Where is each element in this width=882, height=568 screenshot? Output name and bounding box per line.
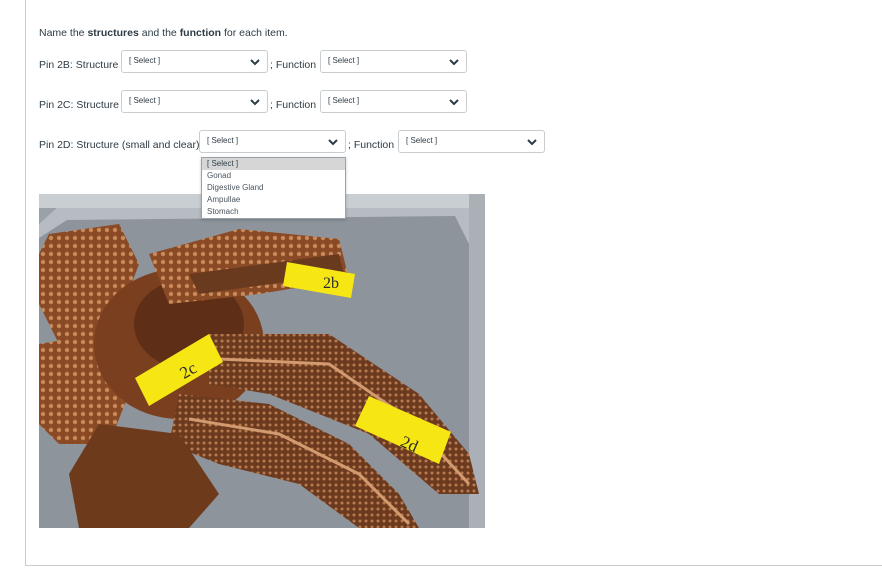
starfish-dissection-image: 2b 2c 2d — [39, 194, 485, 528]
chevron-down-icon — [449, 99, 459, 106]
chevron-down-icon — [250, 99, 260, 106]
dropdown-option[interactable]: Ampullae — [202, 194, 345, 206]
pin-2b-function-label: ; Function — [270, 59, 317, 71]
select-value: [ Select ] — [328, 56, 360, 65]
pin-2b-structure-label: Pin 2B: Structure — [39, 59, 119, 71]
pin-2d-structure-dropdown[interactable]: [ Select ] Gonad Digestive Gland Ampulla… — [201, 157, 346, 219]
select-value: [ Select ] — [129, 96, 161, 105]
dropdown-option[interactable]: [ Select ] — [202, 158, 345, 170]
pin-2b-function-select[interactable]: [ Select ] — [320, 50, 467, 73]
dropdown-option[interactable]: Stomach — [202, 206, 345, 218]
pin-2d-function-label: ; Function — [348, 139, 395, 151]
pin-2d-structure-label: Pin 2D: Structure (small and clear) — [39, 139, 200, 151]
pin-2d-structure-select[interactable]: [ Select ] — [199, 130, 346, 153]
question-instructions: Name the structures and the function for… — [39, 27, 288, 39]
pin-2d-function-select[interactable]: [ Select ] — [398, 130, 545, 153]
chevron-down-icon — [449, 59, 459, 66]
select-value: [ Select ] — [328, 96, 360, 105]
select-value: [ Select ] — [129, 56, 161, 65]
select-value: [ Select ] — [406, 136, 438, 145]
pin-2c-function-select[interactable]: [ Select ] — [320, 90, 467, 113]
tag-2b-text: 2b — [323, 275, 339, 292]
dropdown-option[interactable]: Gonad — [202, 170, 345, 182]
chevron-down-icon — [527, 139, 537, 146]
dropdown-option[interactable]: Digestive Gland — [202, 182, 345, 194]
pin-2c-function-label: ; Function — [270, 99, 317, 111]
specimen-photo: 2b 2c 2d — [39, 194, 485, 528]
select-value: [ Select ] — [207, 136, 239, 145]
chevron-down-icon — [328, 139, 338, 146]
chevron-down-icon — [250, 59, 260, 66]
pin-2b-structure-select[interactable]: [ Select ] — [121, 50, 268, 73]
pin-2c-structure-select[interactable]: [ Select ] — [121, 90, 268, 113]
pin-2c-structure-label: Pin 2C: Structure — [39, 99, 119, 111]
